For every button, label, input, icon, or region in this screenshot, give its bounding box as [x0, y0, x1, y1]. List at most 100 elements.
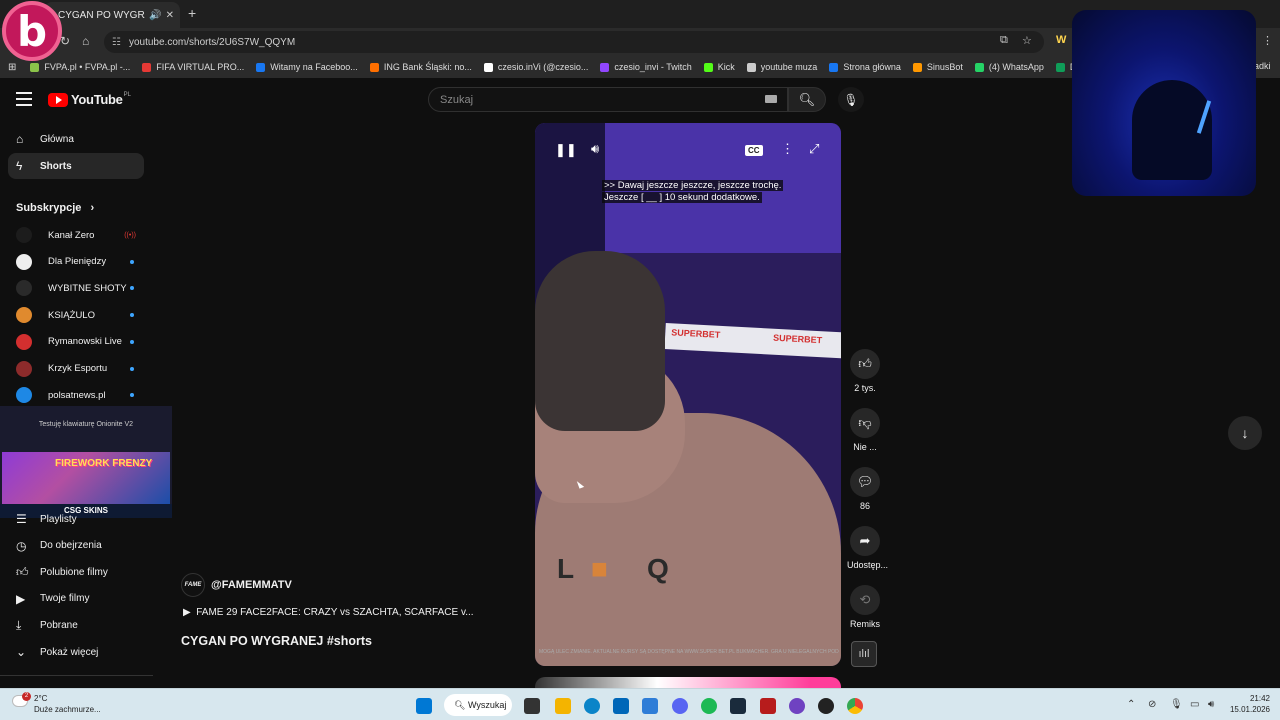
browser-tab[interactable]: CYGAN PO WYGRANEJ # 🔊 ✕: [44, 2, 180, 28]
steam-icon[interactable]: [818, 698, 834, 714]
sidebar-item-show-more[interactable]: ⌄ Pokaż więcej: [8, 639, 144, 665]
volume-icon[interactable]: 🔊︎: [591, 141, 599, 157]
chrome-icon[interactable]: [847, 698, 863, 714]
sidebar-item-library[interactable]: ◷ Do obejrzenia: [8, 533, 144, 559]
bookmark-item[interactable]: youtube muza: [746, 62, 818, 72]
fullscreen-icon[interactable]: ⤢: [809, 141, 819, 157]
subscription-item[interactable]: Dla Pieniędzy: [8, 250, 144, 274]
captions-icon[interactable]: CC: [745, 145, 763, 156]
subscription-item[interactable]: Rymanowski Live: [8, 330, 144, 354]
new-content-dot: [130, 313, 134, 318]
search-icon: 🔍︎: [798, 91, 816, 107]
thumbs-up-icon[interactable]: 👍︎: [850, 349, 880, 379]
extension-icon[interactable]: W: [1056, 34, 1066, 46]
subscription-item[interactable]: WYBITNE SHOTY: [8, 276, 144, 300]
app-icon[interactable]: [760, 698, 776, 714]
comments-action[interactable]: 💬︎ 86: [847, 467, 883, 511]
install-app-icon[interactable]: ⧉: [1000, 34, 1008, 47]
bookmark-favicon-icon: [369, 62, 379, 72]
share-icon[interactable]: ➦: [850, 526, 880, 556]
keyboard-icon[interactable]: [765, 95, 777, 103]
outlook-icon[interactable]: [642, 698, 658, 714]
home-icon[interactable]: ⌂: [82, 34, 89, 48]
terminal-icon[interactable]: [730, 698, 746, 714]
bookmark-item[interactable]: FIFA VIRTUAL PRO...: [142, 62, 244, 72]
file-explorer-icon[interactable]: [555, 698, 571, 714]
obs-icon[interactable]: [789, 698, 805, 714]
task-view-icon[interactable]: [524, 698, 540, 714]
more-options-icon[interactable]: ⋮: [781, 141, 794, 157]
subscriptions-header[interactable]: Subskrypcje ›: [16, 202, 94, 214]
volume-tray-icon[interactable]: 🔊︎: [1208, 699, 1214, 710]
bookmark-item[interactable]: czesio_invi - Twitch: [600, 62, 692, 72]
new-tab-button[interactable]: +: [188, 5, 196, 21]
bookmark-item[interactable]: ING Bank Śląski: no...: [369, 62, 472, 72]
bookmark-item[interactable]: SinusBot: [912, 62, 963, 72]
subscription-name: WYBITNE SHOTY: [48, 282, 127, 294]
sidebar-item-library[interactable]: ☰ Playlisty: [8, 506, 144, 532]
bookmark-item[interactable]: Strona główna: [829, 62, 901, 72]
bookmark-favicon-icon: [703, 62, 713, 72]
bookmark-label: Witamy na Faceboo...: [270, 62, 358, 72]
bookmark-label: youtube muza: [760, 62, 818, 72]
omnibox[interactable]: ☷ youtube.com/shorts/2U6S7W_QQYM: [104, 31, 1044, 53]
bookmark-item[interactable]: Witamy na Faceboo...: [256, 62, 358, 72]
next-video-button[interactable]: ↓: [1228, 416, 1262, 450]
start-menu-icon[interactable]: [416, 698, 432, 714]
bookmark-item[interactable]: (4) WhatsApp: [974, 62, 1044, 72]
hamburger-menu-icon[interactable]: [16, 92, 32, 110]
channel-name[interactable]: @FAMEMMATV: [211, 579, 292, 591]
apps-grid-icon[interactable]: ⊞: [8, 62, 16, 73]
channel-info[interactable]: FAME @FAMEMMATV: [181, 573, 292, 597]
sound-wave-icon[interactable]: ılıl: [851, 641, 877, 667]
bookmark-item[interactable]: Kick: [703, 62, 735, 72]
search-button[interactable]: 🔍︎: [788, 87, 826, 112]
bookmark-item[interactable]: czesio.inVi (@czesio...: [483, 62, 588, 72]
browser-menu-icon[interactable]: ⋮: [1262, 34, 1273, 47]
spotify-icon[interactable]: [701, 698, 717, 714]
like-action[interactable]: 👍︎ 2 tys.: [847, 349, 883, 393]
windows-taskbar: 2 2°C Duże zachmurze... 🔍︎ Wyszukaj ⌃ ⊘ …: [0, 688, 1280, 720]
dislike-action[interactable]: 👎︎ Nie ...: [847, 408, 883, 452]
store-icon[interactable]: [613, 698, 629, 714]
speaker-icon[interactable]: 🔊: [149, 10, 161, 21]
subscription-item[interactable]: polsatnews.pl: [8, 383, 144, 407]
subscription-item[interactable]: KSIĄŻULO: [8, 303, 144, 327]
subscription-item[interactable]: Kanał Zero ((•)): [8, 223, 144, 247]
sidebar-item-library[interactable]: ⤓ Pobrane: [8, 612, 144, 638]
remix-icon[interactable]: ⟲: [850, 585, 880, 615]
bookmark-favicon-icon: [974, 62, 984, 72]
comment-icon[interactable]: 💬︎: [850, 467, 880, 497]
bookmark-item[interactable]: FVPA.pl • FVPA.pl -...: [30, 62, 130, 72]
sidebar-item-library[interactable]: ▶ Twoje filmy: [8, 586, 144, 612]
discord-icon[interactable]: [672, 698, 688, 714]
youtube-logo[interactable]: YouTube PL: [48, 92, 131, 107]
display-icon[interactable]: ▭: [1190, 699, 1199, 710]
tray-chevron-icon[interactable]: ⌃: [1127, 699, 1135, 710]
pause-icon[interactable]: ❚❚: [555, 142, 577, 158]
weather-widget[interactable]: 2 2°C Duże zachmurze...: [12, 692, 101, 715]
voice-search-button[interactable]: 🎙︎: [838, 87, 864, 112]
bookmark-star-icon[interactable]: ☆: [1022, 34, 1032, 47]
subscription-item[interactable]: Krzyk Esportu: [8, 357, 144, 381]
chevron-right-icon: ›: [90, 202, 95, 214]
close-tab-icon[interactable]: ✕: [166, 10, 174, 21]
sidebar-item-library[interactable]: 👍︎ Polubione filmy: [8, 559, 144, 585]
remix-action[interactable]: ⟲ Remiks: [847, 585, 883, 629]
site-info-icon[interactable]: ☷: [112, 37, 121, 48]
sidebar-item-shorts[interactable]: ϟ Shorts: [8, 153, 144, 179]
system-clock[interactable]: 21:42 15.01.2026: [1226, 693, 1270, 715]
thumbs-down-icon[interactable]: 👎︎: [850, 408, 880, 438]
channel-avatar[interactable]: FAME: [181, 573, 205, 597]
ad-overlay: Testuję klawiaturę Onionite V2 FIREWORK …: [0, 406, 172, 518]
edge-icon[interactable]: [584, 698, 600, 714]
related-video-link[interactable]: ▶ FAME 29 FACE2FACE: CRAZY vs SZACHTA, S…: [183, 607, 474, 618]
mic-tray-icon[interactable]: 🎙︎: [1170, 699, 1183, 710]
taskbar-search[interactable]: 🔍︎ Wyszukaj: [444, 694, 512, 716]
shorts-video-player[interactable]: SUPERBET SUPERBET L ■ Q MOGĄ ULEC ZMIANI…: [535, 123, 841, 666]
new-content-dot: [130, 339, 134, 344]
sidebar-item-home[interactable]: ⌂ Główna: [8, 126, 144, 152]
search-input[interactable]: Szukaj: [428, 87, 788, 112]
network-icon[interactable]: ⊘: [1148, 699, 1156, 710]
share-action[interactable]: ➦ Udostęp...: [847, 526, 888, 570]
